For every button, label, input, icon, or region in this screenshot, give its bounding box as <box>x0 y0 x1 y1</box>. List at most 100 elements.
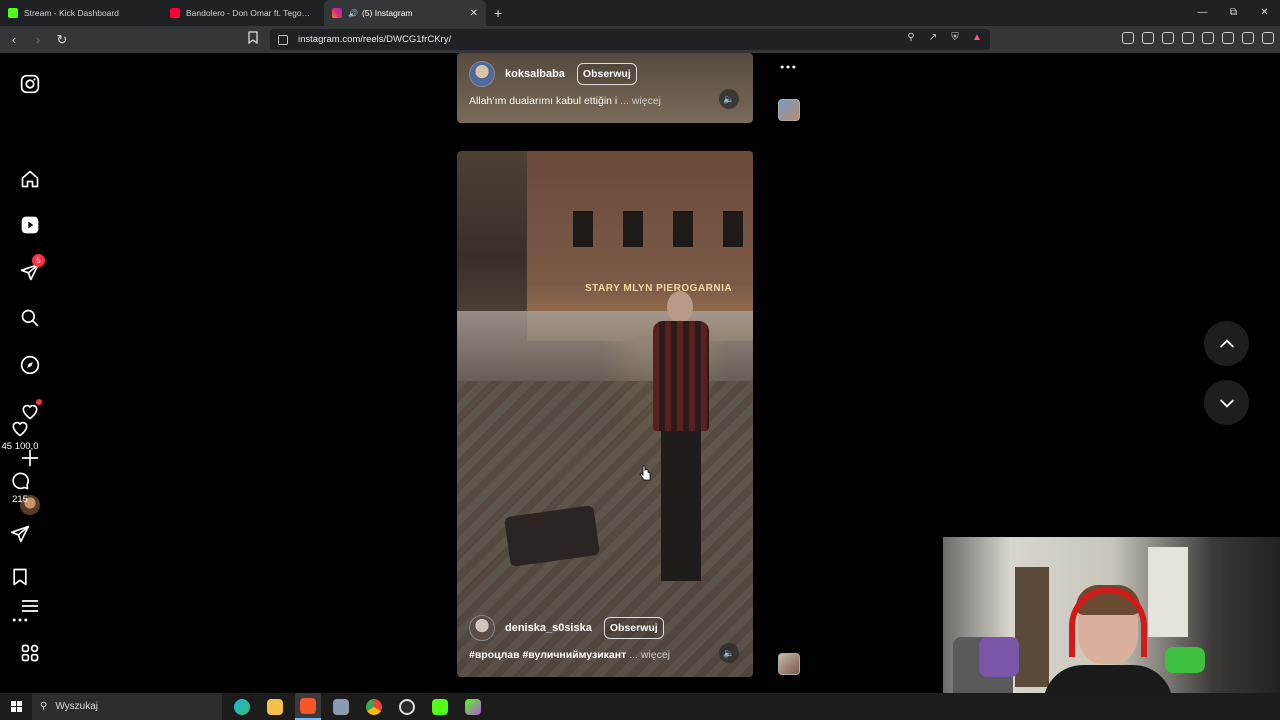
save-button[interactable] <box>0 567 40 587</box>
reel-footer: koksalbaba Obserwuj Allah’ım dualarımı k… <box>457 59 753 107</box>
windows-taskbar: ⚲ Wyszukaj <box>0 693 1280 720</box>
mute-toggle-icon[interactable]: 🔈 <box>719 643 739 663</box>
url-field[interactable]: instagram.com/reels/DWCG1frCKry/ ⚲ ↗ ⛨ ▲ <box>270 29 990 50</box>
mute-toggle-icon[interactable]: 🔈 <box>719 89 739 109</box>
taskbar-search[interactable]: ⚲ Wyszukaj <box>32 693 222 720</box>
like-count: 45 100,0 <box>1 441 39 452</box>
search-placeholder: Wyszukaj <box>55 701 99 712</box>
file-explorer-icon[interactable] <box>262 693 288 720</box>
url-text: instagram.com/reels/DWCG1frCKry/ <box>298 34 452 45</box>
heart-icon <box>12 421 28 437</box>
address-bar: ‹ › ↻ instagram.com/reels/DWCG1frCKry/ ⚲… <box>0 26 1280 53</box>
speaker-icon: 🔊 <box>348 8 358 18</box>
more-link[interactable]: ... więcej <box>620 95 661 107</box>
author-username[interactable]: koksalbaba <box>505 68 565 80</box>
bookmark-icon[interactable] <box>248 31 260 47</box>
follow-button[interactable]: Obserwuj <box>576 63 637 85</box>
streaming-app-icon[interactable] <box>460 693 486 720</box>
music-icon[interactable] <box>1162 32 1174 44</box>
brave-app-icon[interactable] <box>295 693 321 720</box>
leo-ai-icon[interactable] <box>1222 32 1234 44</box>
more-options-icon[interactable] <box>768 57 808 77</box>
tab-search-icon[interactable] <box>1142 32 1154 44</box>
author-avatar[interactable] <box>469 615 495 641</box>
youtube-favicon-icon <box>170 8 180 18</box>
chrome-app-icon[interactable] <box>361 693 387 720</box>
messages-badge: 5 <box>32 254 45 267</box>
url-actions: ⚲ ↗ ⛨ ▲ <box>904 32 984 43</box>
tab-kick-dashboard[interactable]: Stream - Kick Dashboard <box>0 0 162 26</box>
windows-logo-icon <box>10 701 22 712</box>
zoom-icon[interactable]: ⚲ <box>904 32 918 43</box>
search-icon[interactable] <box>20 308 40 328</box>
tab-label: Stream - Kick Dashboard <box>24 8 119 18</box>
new-tab-icon[interactable]: + <box>494 5 502 21</box>
reel-caption[interactable]: #вроцлав #вуличниймузикант ... więcej <box>469 649 741 661</box>
previous-reel-button[interactable] <box>1204 321 1249 366</box>
author-username[interactable]: deniska_s0siskа <box>505 622 592 634</box>
caption-text: #вроцлав #вуличниймузикант <box>469 649 627 661</box>
site-settings-icon[interactable] <box>278 34 288 45</box>
edge-app-icon[interactable] <box>229 693 255 720</box>
browser-tab-bar: Stream - Kick Dashboard Bandolero - Don … <box>0 0 1280 26</box>
menu-icon[interactable] <box>1262 32 1274 44</box>
sidebar-toggle-icon[interactable] <box>1182 32 1194 44</box>
kick-favicon-icon <box>8 8 18 18</box>
minimize-icon[interactable]: — <box>1187 0 1218 26</box>
vpn-icon[interactable] <box>1242 32 1254 44</box>
follow-button[interactable]: Obserwuj <box>603 617 664 639</box>
send-icon <box>10 525 30 543</box>
reel-footer: deniska_s0siskа Obserwuj #вроцлав #вулич… <box>457 613 753 661</box>
chevron-down-icon <box>1219 399 1234 408</box>
explore-icon[interactable] <box>20 355 40 375</box>
close-window-icon[interactable]: ✕ <box>1249 0 1280 26</box>
share-icon[interactable]: ↗ <box>926 32 940 43</box>
home-icon[interactable] <box>20 169 40 189</box>
comment-icon <box>12 472 29 490</box>
reel-video-previous[interactable]: koksalbaba Obserwuj Allah’ım dualarımı k… <box>457 53 753 123</box>
bookmark-save-icon <box>13 568 27 586</box>
also-from-meta-icon[interactable] <box>20 643 40 663</box>
wallet-icon[interactable] <box>1202 32 1214 44</box>
like-button[interactable]: 45 100,0 <box>0 418 40 452</box>
tab-youtube-bandolero[interactable]: Bandolero - Don Omar ft. Tego Calde <box>162 0 324 26</box>
instagram-favicon-icon <box>332 8 342 18</box>
author-avatar[interactable] <box>469 61 495 87</box>
messages-icon[interactable]: 5 <box>20 254 45 282</box>
share-button[interactable] <box>0 524 40 544</box>
reels-icon[interactable] <box>20 215 40 235</box>
brave-rewards-icon[interactable]: ▲ <box>970 32 984 43</box>
chevron-up-icon <box>1219 338 1234 347</box>
reel-author: deniska_s0siskа Obserwuj <box>469 613 741 643</box>
tab-instagram[interactable]: 🔊 (5) Instagram ✕ <box>324 0 486 26</box>
more-link[interactable]: ... więcej <box>629 649 670 661</box>
search-icon: ⚲ <box>40 701 48 712</box>
extensions-icon[interactable] <box>1122 32 1134 44</box>
extension-icons <box>1122 32 1274 44</box>
close-tab-icon[interactable]: ✕ <box>470 8 478 19</box>
app-window-icon[interactable] <box>328 693 354 720</box>
reel-video-current[interactable]: STARY MLYN PIEROGARNIA deniska_s0siskа O… <box>457 151 753 677</box>
back-icon[interactable]: ‹ <box>4 32 24 47</box>
brave-shield-icon[interactable]: ⛨ <box>948 32 962 43</box>
instagram-logo-icon[interactable] <box>20 74 40 94</box>
window-controls: — ⧉ ✕ <box>1187 0 1280 26</box>
restore-icon[interactable]: ⧉ <box>1218 0 1249 26</box>
obs-app-icon[interactable] <box>394 693 420 720</box>
tab-label: (5) Instagram <box>361 8 413 18</box>
caption-text: Allah’ım dualarımı kabul ettiğin i <box>469 95 618 107</box>
comment-count: 215 <box>12 494 28 505</box>
tab-label: Bandolero - Don Omar ft. Tego Calde <box>186 8 312 18</box>
audio-thumbnail[interactable] <box>778 99 800 121</box>
reel-caption[interactable]: Allah’ım dualarımı kabul ettiğin i ... w… <box>469 95 741 107</box>
start-button[interactable] <box>0 693 32 720</box>
hand-cursor-icon <box>639 465 651 481</box>
reload-icon[interactable]: ↻ <box>52 32 72 48</box>
more-options-icon[interactable] <box>0 610 40 630</box>
kick-app-icon[interactable] <box>427 693 453 720</box>
comment-button[interactable]: 215 <box>0 471 40 505</box>
performer <box>643 291 717 591</box>
audio-thumbnail[interactable] <box>778 653 800 675</box>
forward-icon[interactable]: › <box>28 32 48 47</box>
next-reel-button[interactable] <box>1204 380 1249 425</box>
